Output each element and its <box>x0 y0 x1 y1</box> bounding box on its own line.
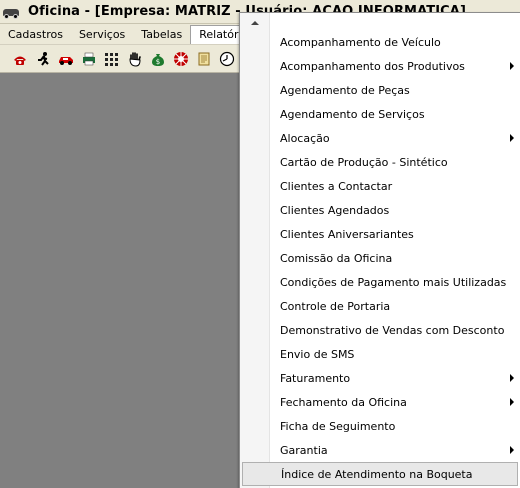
scroll-icon[interactable] <box>194 49 213 68</box>
menu-tabelas[interactable]: Tabelas <box>133 25 190 44</box>
submenu-arrow-icon <box>510 374 514 382</box>
menu-item[interactable]: Fechamento da Oficina <box>270 390 518 414</box>
svg-text:$: $ <box>155 58 159 66</box>
menu-item[interactable]: Garantia <box>270 438 518 462</box>
menu-item[interactable]: Acompanhamento de Veículo <box>270 30 518 54</box>
menu-item-label: Agendamento de Peças <box>280 83 410 97</box>
scroll-up-arrow-icon[interactable] <box>240 13 269 33</box>
submenu-arrow-icon <box>510 446 514 454</box>
reports-dropdown-menu: Acompanhamento de Veículo Acompanhamento … <box>239 12 520 488</box>
red-car-icon[interactable] <box>56 49 75 68</box>
menu-item-label: Acompanhamento de Veículo <box>280 35 441 49</box>
menu-item-label: Clientes Agendados <box>280 203 390 217</box>
menu-item-label: Controle de Portaria <box>280 299 391 313</box>
menu-item-label: Faturamento <box>280 371 351 385</box>
menu-item[interactable]: Alocação <box>270 126 518 150</box>
menu-item-label: Comissão da Oficina <box>280 251 393 265</box>
clock-icon[interactable] <box>217 49 236 68</box>
submenu-arrow-icon <box>510 398 514 406</box>
menu-item[interactable]: Faturamento <box>270 366 518 390</box>
menu-item[interactable]: Comissão da Oficina <box>270 246 518 270</box>
running-man-icon[interactable] <box>33 49 52 68</box>
menu-item-label: Cartão de Produção - Sintético <box>280 155 448 169</box>
menu-servicos[interactable]: Serviços <box>71 25 133 44</box>
menu-item-label: Garantia <box>280 443 328 457</box>
menu-item[interactable]: Demonstrativo de Vendas com Desconto <box>270 318 518 342</box>
money-bag-icon[interactable]: $ <box>148 49 167 68</box>
menu-item-label: Ficha de Seguimento <box>280 419 396 433</box>
menu-item[interactable]: Agendamento de Serviços <box>270 102 518 126</box>
menu-cadastros[interactable]: Cadastros <box>0 25 71 44</box>
menu-scroll-strip <box>240 13 270 488</box>
menu-item[interactable]: Índice de Atendimento na Boqueta <box>242 462 518 486</box>
menu-item[interactable]: Condições de Pagamento mais Utilizadas <box>270 270 518 294</box>
submenu-arrow-icon <box>510 62 514 70</box>
menu-item[interactable]: Cartão de Produção - Sintético <box>270 150 518 174</box>
menu-item-label: Clientes Aniversariantes <box>280 227 414 241</box>
menu-item[interactable]: Clientes Agendados <box>270 198 518 222</box>
telephone-icon[interactable] <box>10 49 29 68</box>
car-app-icon <box>2 5 20 19</box>
menu-item[interactable]: Controle de Portaria <box>270 294 518 318</box>
menu-item-label: Clientes a Contactar <box>280 179 393 193</box>
menu-item[interactable]: Ficha de Seguimento <box>270 414 518 438</box>
grid-icon[interactable] <box>102 49 121 68</box>
menu-item[interactable]: Clientes Aniversariantes <box>270 222 518 246</box>
menu-item-label: Envio de SMS <box>280 347 355 361</box>
menu-item-label: Fechamento da Oficina <box>280 395 407 409</box>
menu-item[interactable]: Envio de SMS <box>270 342 518 366</box>
menu-item-label: Acompanhamento dos Produtivos <box>280 59 465 73</box>
wheel-icon[interactable] <box>171 49 190 68</box>
menu-item[interactable]: Clientes a Contactar <box>270 174 518 198</box>
submenu-arrow-icon <box>510 134 514 142</box>
menu-item-label: Índice de Atendimento na Boqueta <box>281 467 473 481</box>
menu-item-label: Agendamento de Serviços <box>280 107 425 121</box>
menu-item-label: Alocação <box>280 131 330 145</box>
menu-item-label: Condições de Pagamento mais Utilizadas <box>280 275 507 289</box>
menu-item[interactable]: Agendamento de Peças <box>270 78 518 102</box>
menu-item-label: Demonstrativo de Vendas com Desconto <box>280 323 505 337</box>
hand-icon[interactable] <box>125 49 144 68</box>
menu-item[interactable]: Acompanhamento dos Produtivos <box>270 54 518 78</box>
printer-icon[interactable] <box>79 49 98 68</box>
